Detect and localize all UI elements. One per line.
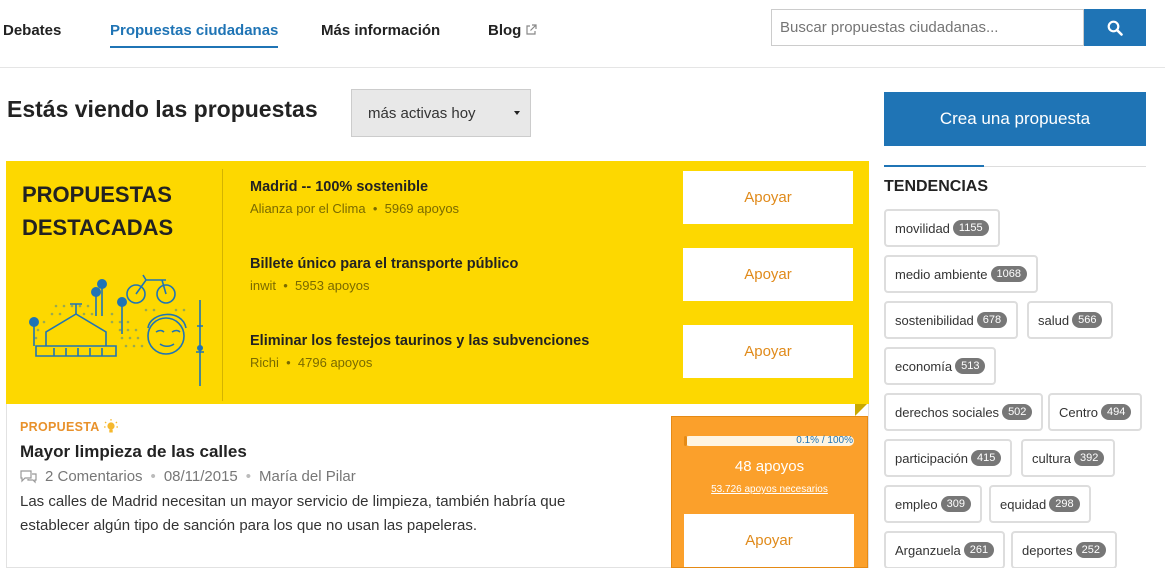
lightbulb-icon xyxy=(103,419,118,433)
trend-tag[interactable]: salud 566 xyxy=(1027,301,1114,339)
trend-tag-count: 252 xyxy=(1075,542,1106,558)
proposal-date: 08/11/2015 xyxy=(163,468,238,485)
proposal-meta: 2 Comentarios • 08/11/2015 • María del P… xyxy=(20,468,356,485)
featured-item: Billete único para el transporte público… xyxy=(250,256,518,293)
trend-tag-count: 261 xyxy=(963,542,995,558)
proposal-comments[interactable]: 2 Comentarios xyxy=(45,468,143,485)
trend-tag-count: 309 xyxy=(940,496,971,512)
featured-item-title[interactable]: Billete único para el transporte público xyxy=(250,256,518,272)
proposal-tag-label: PROPUESTA xyxy=(20,420,100,434)
meta-separator: • xyxy=(150,468,156,485)
nav-blog[interactable]: Blog xyxy=(488,22,537,40)
trend-tag-count: 566 xyxy=(1072,312,1103,328)
order-select-value: más activas hoy xyxy=(368,105,476,122)
featured-item-author: inwit xyxy=(250,278,277,293)
featured-item: Eliminar los festejos taurinos y las sub… xyxy=(250,333,589,370)
trend-tag[interactable]: movilidad 1155 xyxy=(884,209,1000,247)
trend-tag[interactable]: equidad 298 xyxy=(989,485,1091,523)
support-count: 48 apoyos xyxy=(734,458,805,475)
madrid-illustration xyxy=(29,274,204,386)
trend-tag-count: 298 xyxy=(1049,496,1080,512)
featured-proposals: PROPUESTAS DESTACADAS Madrid -- 100% sos… xyxy=(6,161,869,404)
support-button[interactable]: Apoyar xyxy=(683,171,853,224)
trend-tag-name: participación xyxy=(895,450,968,466)
featured-item-author: Richi xyxy=(250,355,279,370)
nav-propuestas[interactable]: Propuestas ciudadanas xyxy=(110,22,279,48)
trend-tag-name: equidad xyxy=(1000,496,1047,512)
top-navigation: Debates Propuestas ciudadanas Más inform… xyxy=(0,0,1165,68)
featured-item-supports: 5969 apoyos xyxy=(384,201,460,216)
proposal-title[interactable]: Mayor limpieza de las calles xyxy=(20,442,247,462)
trend-tag[interactable]: empleo 309 xyxy=(884,485,982,523)
featured-item-supports: 4796 apoyos xyxy=(297,355,373,370)
trend-tag[interactable]: deportes 252 xyxy=(1011,531,1117,568)
trend-tag[interactable]: derechos sociales 502 xyxy=(884,393,1044,431)
sidebar-divider-accent xyxy=(884,165,984,167)
external-link-icon xyxy=(526,24,537,35)
trend-tag-name: cultura xyxy=(1032,450,1072,466)
order-select[interactable]: más activas hoy xyxy=(351,89,531,137)
meta-separator: • xyxy=(245,468,252,485)
comments-icon xyxy=(20,469,37,483)
trend-tag-name: medio ambiente xyxy=(895,266,988,282)
trend-tag-count: 415 xyxy=(971,450,1002,466)
featured-item-author: Alianza por el Clima xyxy=(250,201,366,216)
trend-tag[interactable]: Centro 494 xyxy=(1048,393,1143,431)
featured-item-title[interactable]: Madrid -- 100% sostenible xyxy=(250,179,459,195)
nav-blog-label: Blog xyxy=(488,22,522,39)
trend-tag-name: sostenibilidad xyxy=(895,312,974,328)
trend-tag[interactable]: participación 415 xyxy=(884,439,1013,477)
nav-mas-informacion[interactable]: Más información xyxy=(321,22,440,40)
proposal-description: Las calles de Madrid necesitan un mayor … xyxy=(20,493,566,534)
proposal-author: María del Pilar xyxy=(259,468,356,485)
trend-tag-name: Arganzuela xyxy=(895,542,961,558)
trend-tag-name: Centro xyxy=(1059,404,1099,420)
search-icon xyxy=(1107,20,1123,36)
search-button[interactable] xyxy=(1084,9,1146,46)
trend-tag-count: 1155 xyxy=(952,220,989,236)
trend-tag-count: 502 xyxy=(1002,404,1033,420)
featured-item-meta: inwit • 5953 apoyos xyxy=(250,278,370,293)
trend-tag-count: 513 xyxy=(955,358,986,374)
trend-tag-name: economía xyxy=(895,358,953,374)
trend-tag-count: 1068 xyxy=(990,266,1027,282)
nav-debates[interactable]: Debates xyxy=(3,22,61,40)
trend-tag[interactable]: economía 513 xyxy=(884,347,997,385)
proposal-card: PROPUESTA Mayor limpieza de las calles 2… xyxy=(6,404,869,568)
trend-tag-count: 392 xyxy=(1074,450,1105,466)
progress-label: 0.1% / 100% xyxy=(796,435,853,446)
support-box: 0.1% / 100% 48 apoyos 53.726 apoyos nece… xyxy=(671,416,868,568)
trend-tag-count: 494 xyxy=(1101,404,1132,420)
featured-item-meta: Alianza por el Clima • 5969 apoyos xyxy=(250,201,460,216)
featured-item-title[interactable]: Eliminar los festejos taurinos y las sub… xyxy=(250,333,589,349)
search-input[interactable] xyxy=(771,9,1084,46)
caret-down-icon xyxy=(514,111,520,115)
featured-item: Madrid -- 100% sostenible Alianza por el… xyxy=(250,179,459,216)
trend-tag[interactable]: Arganzuela 261 xyxy=(884,531,1006,568)
featured-item-meta: Richi • 4796 apoyos xyxy=(250,355,373,370)
trend-tag-name: empleo xyxy=(895,496,938,512)
support-button[interactable]: Apoyar xyxy=(683,325,853,378)
trend-tag-name: derechos sociales xyxy=(895,404,1000,420)
trend-tag-name: salud xyxy=(1038,312,1070,328)
page-title: Estás viendo las propuestas xyxy=(7,96,318,122)
trend-tag-name: deportes xyxy=(1022,542,1073,558)
proposal-tag: PROPUESTA xyxy=(20,419,118,435)
trend-tag-count: 678 xyxy=(976,312,1008,328)
support-button[interactable]: Apoyar xyxy=(684,514,854,567)
featured-item-supports: 5953 apoyos xyxy=(295,278,370,293)
featured-divider xyxy=(222,169,223,401)
trend-tag-name: movilidad xyxy=(895,220,950,236)
trends-title: TENDENCIAS xyxy=(884,178,989,195)
support-needed: 53.726 apoyos necesarios xyxy=(711,484,828,495)
trend-tag[interactable]: cultura 392 xyxy=(1021,439,1116,477)
progress-fill xyxy=(684,436,687,446)
trend-tag[interactable]: sostenibilidad 678 xyxy=(884,301,1019,339)
create-proposal-button[interactable]: Crea una propuesta xyxy=(884,92,1146,146)
trend-tag[interactable]: medio ambiente 1068 xyxy=(884,255,1038,293)
featured-title: PROPUESTAS DESTACADAS xyxy=(22,182,174,240)
support-button[interactable]: Apoyar xyxy=(683,248,853,301)
